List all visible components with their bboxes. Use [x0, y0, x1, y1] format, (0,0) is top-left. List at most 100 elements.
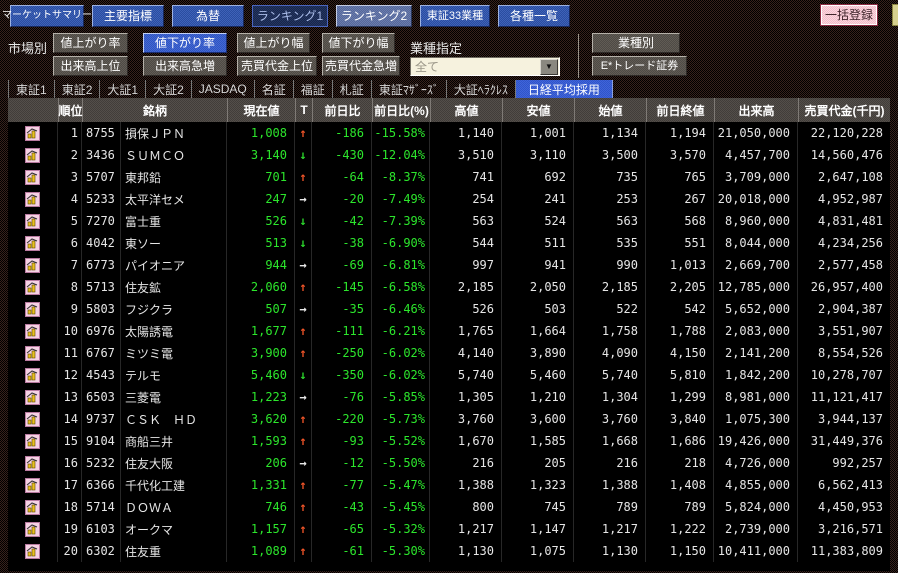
ranking1-button[interactable]: ランキング1: [252, 5, 328, 27]
tab-名証[interactable]: 名証: [255, 80, 294, 98]
chart-icon-cell[interactable]: [8, 210, 58, 232]
tab-東証2[interactable]: 東証2: [55, 80, 101, 98]
fx-button[interactable]: 為替: [172, 5, 244, 27]
chart-icon-cell[interactable]: [8, 342, 58, 364]
table-row[interactable]: 9 5803 フジクラ 507 → -35 -6.46% 526 503 522…: [8, 298, 890, 320]
mini-chart-icon[interactable]: [25, 280, 40, 295]
mini-chart-icon[interactable]: [25, 544, 40, 559]
tab-大証1[interactable]: 大証1: [100, 80, 146, 98]
table-row[interactable]: 10 6976 太陽誘電 1,677 ↑ -111 -6.21% 1,765 1…: [8, 320, 890, 342]
mini-chart-icon[interactable]: [25, 236, 40, 251]
chart-icon-cell[interactable]: [8, 320, 58, 342]
tab-大証2[interactable]: 大証2: [146, 80, 192, 98]
chart-icon-cell[interactable]: [8, 166, 58, 188]
chart-icon-cell[interactable]: [8, 298, 58, 320]
table-row[interactable]: 7 6773 パイオニア 944 → -69 -6.81% 997 941 99…: [8, 254, 890, 276]
chart-icon-cell[interactable]: [8, 540, 58, 562]
mini-chart-icon[interactable]: [25, 148, 40, 163]
chart-icon-cell[interactable]: [8, 474, 58, 496]
chart-icon-cell[interactable]: [8, 386, 58, 408]
industry-button[interactable]: 業種別: [592, 33, 680, 53]
industry-select[interactable]: 全て ▼: [410, 57, 560, 76]
tab-大証ﾍﾗｸﾚｽ[interactable]: 大証ﾍﾗｸﾚｽ: [447, 80, 516, 98]
mini-chart-icon[interactable]: [25, 478, 40, 493]
mini-chart-icon[interactable]: [25, 214, 40, 229]
chart-icon-cell[interactable]: [8, 276, 58, 298]
chart-icon-cell[interactable]: [8, 254, 58, 276]
mini-chart-icon[interactable]: [25, 522, 40, 537]
chart-icon-cell[interactable]: [8, 496, 58, 518]
mini-chart-icon[interactable]: [25, 412, 40, 427]
chart-icon-cell[interactable]: [8, 122, 58, 144]
volume-cell: 1,075,300: [714, 408, 798, 430]
mini-chart-icon[interactable]: [25, 456, 40, 471]
mini-chart-icon[interactable]: [25, 258, 40, 273]
chart-icon-cell[interactable]: [8, 232, 58, 254]
table-row[interactable]: 3 5707 東邦鉛 701 ↑ -64 -8.37% 741 692 735 …: [8, 166, 890, 188]
chart-icon-cell[interactable]: [8, 452, 58, 474]
up-rate-button[interactable]: 値上がり率: [53, 33, 128, 53]
table-row[interactable]: 19 6103 オークマ 1,157 ↑ -65 -5.32% 1,217 1,…: [8, 518, 890, 540]
chart-icon-cell[interactable]: [8, 408, 58, 430]
mini-chart-icon[interactable]: [25, 434, 40, 449]
table-row[interactable]: 4 5233 太平洋セメ 247 → -20 -7.49% 254 241 25…: [8, 188, 890, 210]
stock-name-cell: 千代化工建: [121, 474, 227, 496]
chart-icon-cell[interactable]: [8, 364, 58, 386]
value-top-button[interactable]: 売買代金上位: [237, 56, 317, 76]
mini-chart-icon[interactable]: [25, 170, 40, 185]
market-summary-button[interactable]: マーケットサマリー: [10, 5, 84, 27]
tab-東証ﾏｻﾞｰｽﾞ[interactable]: 東証ﾏｻﾞｰｽﾞ: [372, 80, 447, 98]
volume-surge-button[interactable]: 出来高急増: [143, 56, 227, 76]
table-row[interactable]: 20 6302 住友重 1,089 ↑ -61 -5.30% 1,130 1,0…: [8, 540, 890, 562]
major-index-button[interactable]: 主要指標: [92, 5, 164, 27]
tab-JASDAQ[interactable]: JASDAQ: [192, 80, 255, 98]
chart-icon-cell[interactable]: [8, 518, 58, 540]
mini-chart-icon[interactable]: [25, 192, 40, 207]
etrade-button[interactable]: E*トレード証券: [592, 56, 687, 76]
batch-register-button[interactable]: 一括登録: [820, 4, 878, 26]
table-row[interactable]: 11 6767 ミツミ電 3,900 ↑ -250 -6.02% 4,140 3…: [8, 342, 890, 364]
mini-chart-icon[interactable]: [25, 324, 40, 339]
table-row[interactable]: 13 6503 三菱電 1,223 → -76 -5.85% 1,305 1,2…: [8, 386, 890, 408]
table-row[interactable]: 2 3436 ＳＵＭＣＯ 3,140 ↓ -430 -12.04% 3,510 …: [8, 144, 890, 166]
tab-東証1[interactable]: 東証1: [8, 80, 55, 98]
high-cell: 1,217: [430, 518, 502, 540]
mini-chart-icon[interactable]: [25, 302, 40, 317]
various-list-button[interactable]: 各種一覧: [498, 5, 570, 27]
mini-chart-icon[interactable]: [25, 126, 40, 141]
table-row[interactable]: 1 8755 損保ＪＰＮ 1,008 ↑ -186 -15.58% 1,140 …: [8, 122, 890, 144]
table-row[interactable]: 8 5713 住友鉱 2,060 ↑ -145 -6.58% 2,185 2,0…: [8, 276, 890, 298]
tab-日経平均採用[interactable]: 日経平均採用: [516, 80, 613, 98]
tse33-button[interactable]: 東証33業種: [420, 5, 490, 27]
table-row[interactable]: 6 4042 東ソー 513 ↓ -38 -6.90% 544 511 535 …: [8, 232, 890, 254]
value-surge-button[interactable]: 売買代金急増: [322, 56, 400, 76]
up-width-button[interactable]: 値上がり幅: [237, 33, 310, 53]
mini-chart-icon[interactable]: [25, 500, 40, 515]
low-cell: 745: [502, 496, 574, 518]
chart-icon-cell[interactable]: [8, 430, 58, 452]
mini-chart-icon[interactable]: [25, 390, 40, 405]
tick-arrow-icon: ↑: [295, 276, 312, 298]
chart-icon-cell[interactable]: [8, 188, 58, 210]
table-row[interactable]: 18 5714 ＤＯＷＡ 746 ↑ -43 -5.45% 800 745 78…: [8, 496, 890, 518]
clipped-button[interactable]: [892, 4, 898, 26]
down-width-button[interactable]: 値下がり幅: [322, 33, 395, 53]
volume-top-button[interactable]: 出来高上位: [53, 56, 128, 76]
ranking2-button[interactable]: ランキング2: [336, 5, 412, 27]
mini-chart-icon[interactable]: [25, 346, 40, 361]
table-row[interactable]: 15 9104 商船三井 1,593 ↑ -93 -5.52% 1,670 1,…: [8, 430, 890, 452]
table-row[interactable]: 14 9737 ＣＳＫ ＨＤ 3,620 ↑ -220 -5.73% 3,760…: [8, 408, 890, 430]
down-rate-button-selected[interactable]: 値下がり率: [143, 33, 227, 53]
open-cell: 1,304: [574, 386, 646, 408]
table-row[interactable]: 5 7270 富士重 526 ↓ -42 -7.39% 563 524 563 …: [8, 210, 890, 232]
chart-icon-cell[interactable]: [8, 144, 58, 166]
price-cell: 247: [227, 188, 295, 210]
table-row[interactable]: 12 4543 テルモ 5,460 ↓ -350 -6.02% 5,740 5,…: [8, 364, 890, 386]
tab-福証[interactable]: 福証: [294, 80, 333, 98]
mini-chart-icon[interactable]: [25, 368, 40, 383]
tab-札証[interactable]: 札証: [333, 80, 372, 98]
rank-cell: 16: [58, 452, 82, 474]
table-row[interactable]: 16 5232 住友大阪 206 → -12 -5.50% 216 205 21…: [8, 452, 890, 474]
table-row[interactable]: 17 6366 千代化工建 1,331 ↑ -77 -5.47% 1,388 1…: [8, 474, 890, 496]
dropdown-arrow-icon[interactable]: ▼: [540, 59, 558, 75]
